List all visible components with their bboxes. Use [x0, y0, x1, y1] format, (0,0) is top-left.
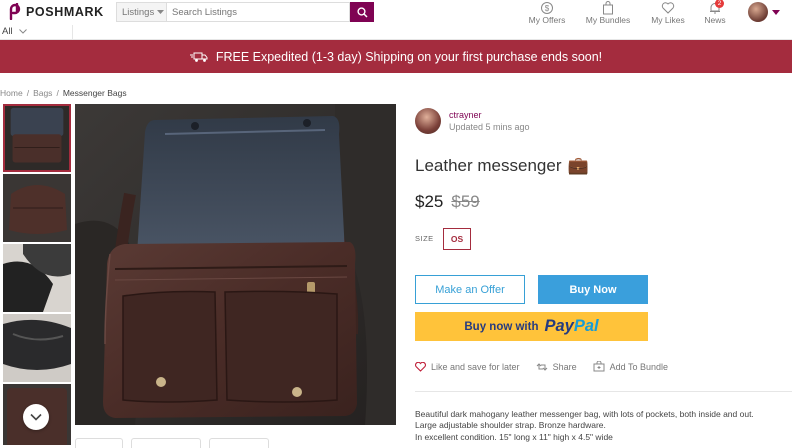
add-to-bundle-button[interactable]: Add To Bundle: [593, 361, 668, 372]
breadcrumb: Home / Bags / Messenger Bags: [0, 88, 127, 98]
size-option-os[interactable]: OS: [443, 228, 471, 250]
paypal-logo-pal: Pal: [573, 317, 599, 335]
user-avatar[interactable]: [748, 2, 768, 22]
poshmark-logo[interactable]: POSHMARK: [8, 3, 104, 20]
thumbnail-photo[interactable]: [3, 104, 71, 172]
make-offer-button[interactable]: Make an Offer: [415, 275, 525, 304]
news-count-badge: 2: [715, 0, 724, 8]
chevron-down-icon: [18, 29, 27, 34]
photo-tab[interactable]: [209, 438, 269, 448]
search-input[interactable]: [166, 2, 350, 22]
bundle-icon: [603, 1, 613, 15]
search-bar: Listings: [116, 2, 374, 22]
photo-thumbnails: [3, 104, 71, 445]
nav-my-likes[interactable]: My Likes: [648, 1, 688, 25]
photo-tab[interactable]: [131, 438, 201, 448]
leather-bag-photo: [75, 104, 396, 425]
breadcrumb-home[interactable]: Home: [0, 88, 23, 98]
promo-banner[interactable]: FREE Expedited (1-3 day) Shipping on you…: [0, 40, 792, 73]
thumbnail-photo[interactable]: [3, 174, 71, 242]
bundle-add-icon: [593, 361, 605, 372]
subnav-divider: [72, 25, 73, 39]
thumbnail-image: [3, 314, 71, 382]
all-categories-dropdown[interactable]: All: [2, 26, 27, 37]
promo-banner-text: FREE Expedited (1-3 day) Shipping on you…: [215, 49, 603, 64]
seller-username[interactable]: ctrayner: [449, 110, 530, 120]
thumbnail-image: [3, 174, 71, 242]
listing-title-text: Leather messenger: [415, 156, 562, 175]
listings-dropdown[interactable]: Listings: [116, 2, 166, 22]
divider: [415, 391, 792, 392]
price-block: $25 $59: [415, 192, 480, 212]
add-to-bundle-label: Add To Bundle: [609, 361, 668, 372]
nav-my-bundles-label: My Bundles: [585, 15, 631, 25]
paypal-buy-button[interactable]: Buy now with PayPal: [415, 312, 648, 341]
thumbnails-scroll-down-button[interactable]: [23, 404, 49, 430]
search-icon: [356, 6, 368, 18]
breadcrumb-bags[interactable]: Bags: [33, 88, 52, 98]
buy-now-button[interactable]: Buy Now: [538, 275, 648, 304]
listings-dropdown-label: Listings: [122, 6, 155, 18]
listing-actions: Like and save for later Share Add To Bun…: [415, 361, 668, 372]
heart-icon: [415, 361, 426, 372]
share-button-label: Share: [552, 361, 577, 372]
all-categories-label: All: [2, 26, 13, 37]
photo-tab[interactable]: [75, 438, 123, 448]
share-icon: [536, 362, 547, 371]
paypal-logo-pay: Pay: [544, 317, 574, 335]
nav-my-bundles[interactable]: My Bundles: [584, 1, 632, 25]
photo-action-tabs: [75, 438, 269, 448]
category-subnav: All: [0, 25, 792, 40]
thumbnail-photo[interactable]: [3, 314, 71, 382]
description-line: In excellent condition. 15" long x 11" h…: [415, 431, 613, 442]
nav-news-label: News: [704, 15, 726, 25]
breadcrumb-separator: /: [26, 88, 30, 98]
listing-updated-time: Updated 5 mins ago: [449, 122, 530, 132]
offers-icon: $: [541, 2, 553, 14]
search-button[interactable]: [350, 2, 374, 22]
seller-info: ctrayner Updated 5 mins ago: [415, 108, 530, 134]
breadcrumb-separator: /: [56, 88, 59, 98]
nav-my-offers[interactable]: $ My Offers: [527, 1, 567, 25]
caret-down-icon: [157, 9, 165, 14]
listing-title: Leather messenger 💼: [415, 156, 589, 176]
description-line: Beautiful dark mahogany leather messenge…: [415, 409, 754, 419]
svg-text:$: $: [545, 4, 550, 13]
chevron-down-icon: [30, 413, 42, 421]
seller-avatar[interactable]: [415, 108, 441, 134]
thumbnail-image: [5, 106, 69, 170]
listing-price: $25: [415, 192, 444, 211]
listing-description: Beautiful dark mahogany leather messenge…: [415, 409, 790, 443]
share-button[interactable]: Share: [536, 362, 577, 372]
nav-my-likes-label: My Likes: [651, 15, 685, 25]
heart-icon: [661, 2, 675, 14]
paypal-logo: PayPal: [544, 317, 598, 336]
original-price: $59: [451, 192, 480, 211]
thumbnail-image: [3, 244, 71, 312]
nav-my-offers-label: My Offers: [528, 15, 566, 25]
poshmark-logo-icon: [9, 3, 21, 20]
logo-text: POSHMARK: [26, 4, 104, 19]
top-navigation-bar: POSHMARK Listings $ My Offers My Bundles: [0, 0, 792, 25]
size-label: SIZE: [415, 234, 434, 243]
paypal-button-label: Buy now with: [464, 320, 539, 333]
like-button[interactable]: Like and save for later: [415, 361, 520, 372]
main-product-photo[interactable]: [75, 104, 396, 425]
briefcase-emoji: 💼: [567, 156, 589, 175]
breadcrumb-current: Messenger Bags: [62, 88, 127, 98]
thumbnail-photo[interactable]: [3, 244, 71, 312]
like-button-label: Like and save for later: [431, 361, 520, 372]
nav-news[interactable]: 2 News: [700, 0, 730, 25]
shipping-truck-icon: [189, 52, 208, 62]
description-line: Large adjustable shoulder strap. Bronze …: [415, 420, 606, 431]
user-menu-caret-icon[interactable]: [772, 10, 780, 15]
